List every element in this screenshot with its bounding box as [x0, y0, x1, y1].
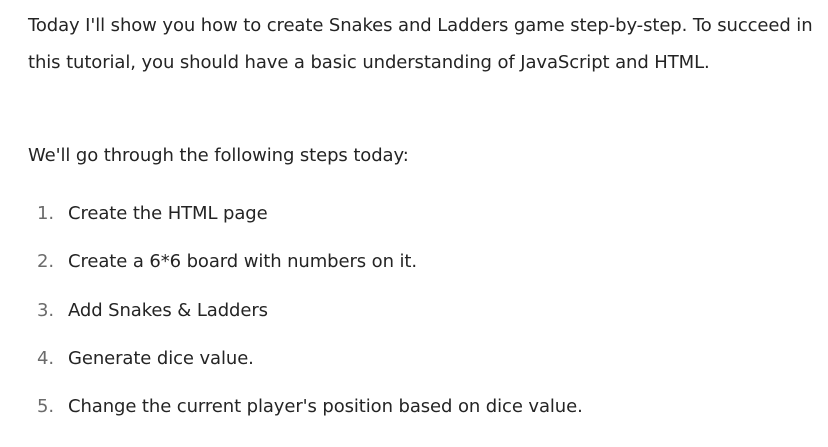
list-item-text: Create a 6*6 board with numbers on it.	[68, 251, 417, 273]
list-item: 4. Generate dice value.	[0, 341, 583, 389]
list-item: 5. Change the current player's position …	[0, 389, 583, 437]
list-item: 1. Create the HTML page	[0, 196, 583, 244]
steps-list: 1. Create the HTML page 2. Create a 6*6 …	[0, 196, 583, 437]
list-item-text: Create the HTML page	[68, 203, 268, 224]
list-item-number: 5.	[37, 396, 54, 418]
list-item-number: 1.	[37, 203, 54, 224]
list-item-number: 4.	[37, 347, 54, 369]
list-item-text: Add Snakes & Ladders	[68, 299, 268, 321]
intro-paragraph: Today I'll show you how to create Snakes…	[28, 15, 813, 73]
list-item-text: Generate dice value.	[68, 347, 254, 369]
steps-lead-paragraph: We'll go through the following steps tod…	[28, 145, 409, 166]
list-item: 2. Create a 6*6 board with numbers on it…	[0, 244, 583, 292]
list-item: 3. Add Snakes & Ladders	[0, 293, 583, 341]
article-body: Today I'll show you how to create Snakes…	[0, 0, 828, 447]
list-item-number: 2.	[37, 251, 54, 273]
list-item-text: Change the current player's position bas…	[68, 396, 583, 418]
list-item-number: 3.	[37, 299, 54, 321]
